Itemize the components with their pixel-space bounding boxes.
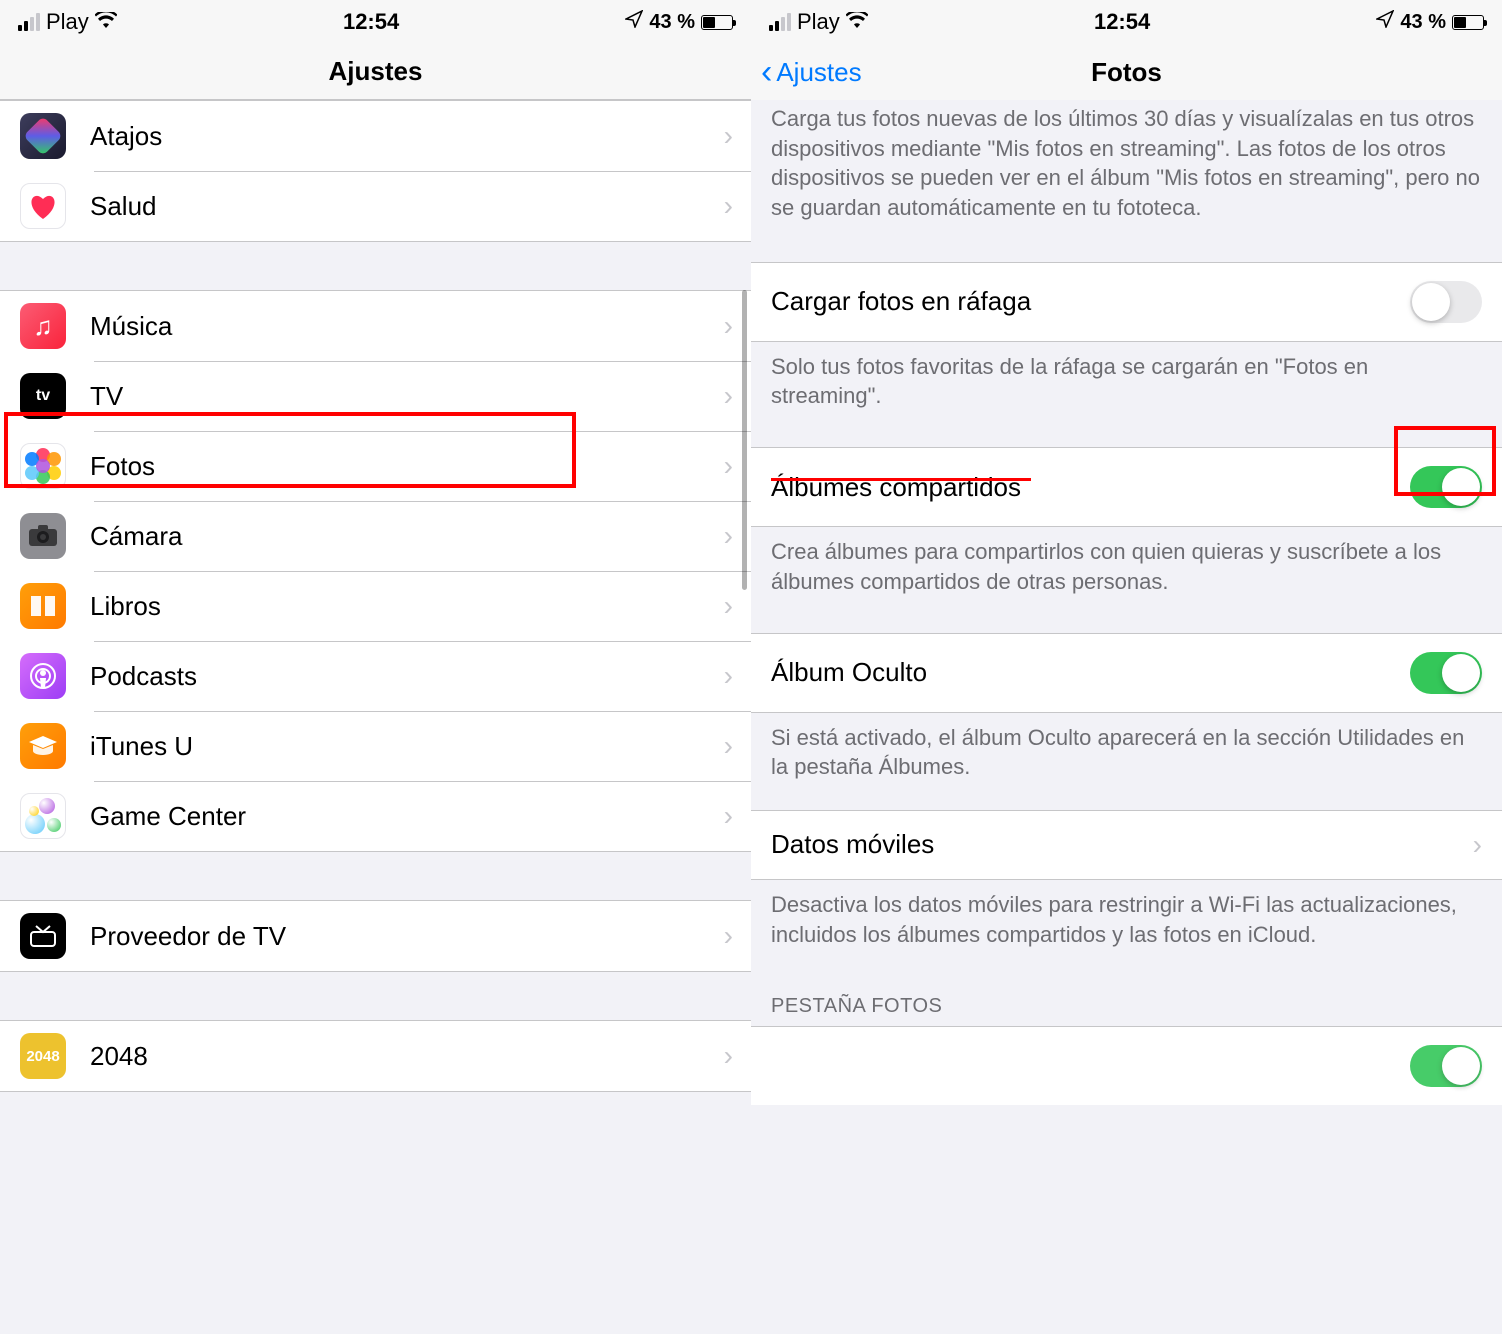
status-bar: Play 12:54 43 % [751, 0, 1502, 44]
battery-percent: 43 % [649, 11, 695, 34]
row-label: 2048 [90, 1041, 724, 1072]
settings-row-musica[interactable]: ♫ Música › [0, 291, 751, 361]
settings-row-gamecenter[interactable]: Game Center › [0, 781, 751, 851]
chevron-right-icon: › [724, 1040, 733, 1072]
section-header-fotos: PESTAÑA FOTOS [751, 967, 1502, 1026]
chevron-right-icon: › [1473, 829, 1482, 861]
podcasts-icon [20, 653, 66, 699]
app-2048-icon: 2048 [20, 1033, 66, 1079]
row-label: Atajos [90, 121, 724, 152]
fotos-icon [20, 443, 66, 489]
wifi-icon [95, 11, 117, 34]
row-label: Fotos [90, 451, 724, 482]
chevron-right-icon: › [724, 520, 733, 552]
settings-row-tv[interactable]: tv TV › [0, 361, 751, 431]
tvprovider-icon [20, 913, 66, 959]
row-label: Proveedor de TV [90, 921, 724, 952]
chevron-right-icon: › [724, 120, 733, 152]
partial-label [771, 1051, 778, 1082]
settings-row-2048[interactable]: 2048 2048 › [0, 1021, 751, 1091]
settings-row-salud[interactable]: Salud › [0, 171, 751, 241]
carrier-label: Play [797, 9, 840, 35]
cellular-data-row[interactable]: Datos móviles › [751, 810, 1502, 880]
shared-albums-toggle[interactable] [1410, 466, 1482, 508]
location-icon [1376, 10, 1394, 34]
chevron-right-icon: › [724, 190, 733, 222]
shared-albums-label: Álbumes compartidos [771, 472, 1021, 503]
signal-icon [18, 13, 40, 31]
row-label: Música [90, 311, 724, 342]
row-label: Podcasts [90, 661, 724, 692]
streaming-description: Carga tus fotos nuevas de los últimos 30… [751, 100, 1502, 242]
tv-icon: tv [20, 373, 66, 419]
musica-icon: ♫ [20, 303, 66, 349]
battery-icon [701, 15, 733, 30]
chevron-right-icon: › [724, 730, 733, 762]
scroll-indicator[interactable] [742, 290, 747, 590]
camara-icon [20, 513, 66, 559]
battery-icon [1452, 15, 1484, 30]
status-time: 12:54 [343, 9, 399, 35]
atajos-icon [20, 113, 66, 159]
row-label: iTunes U [90, 731, 724, 762]
signal-icon [769, 13, 791, 31]
hidden-album-toggle[interactable] [1410, 652, 1482, 694]
chevron-right-icon: › [724, 380, 733, 412]
cellular-data-label: Datos móviles [771, 829, 934, 860]
hidden-album-row: Álbum Oculto [751, 633, 1502, 713]
settings-row-fotos[interactable]: Fotos › [0, 431, 751, 501]
row-label: Libros [90, 591, 724, 622]
shared-description: Crea álbumes para compartirlos con quien… [751, 527, 1502, 614]
partial-toggle[interactable] [1410, 1045, 1482, 1087]
burst-upload-toggle[interactable] [1410, 281, 1482, 323]
fotos-settings-screen: Play 12:54 43 % ‹ Ajustes Fotos Carga tu… [751, 0, 1502, 1334]
hidden-album-label: Álbum Oculto [771, 657, 927, 688]
burst-upload-row: Cargar fotos en ráfaga [751, 262, 1502, 342]
partial-row [751, 1026, 1502, 1105]
fotos-content[interactable]: Carga tus fotos nuevas de los últimos 30… [751, 100, 1502, 1334]
nav-header: ‹ Ajustes Fotos [751, 44, 1502, 100]
page-title: Fotos [1091, 57, 1162, 88]
row-label: Cámara [90, 521, 724, 552]
nav-header: Ajustes [0, 44, 751, 100]
settings-row-podcasts[interactable]: Podcasts › [0, 641, 751, 711]
settings-content[interactable]: Atajos › Salud › ♫ Música › tv TV › [0, 100, 751, 1334]
battery-percent: 43 % [1400, 11, 1446, 34]
chevron-right-icon: › [724, 590, 733, 622]
back-label: Ajustes [776, 57, 861, 88]
chevron-right-icon: › [724, 660, 733, 692]
libros-icon [20, 583, 66, 629]
shared-albums-row: Álbumes compartidos [751, 447, 1502, 527]
itunesu-icon [20, 723, 66, 769]
back-button[interactable]: ‹ Ajustes [761, 44, 862, 100]
settings-row-camara[interactable]: Cámara › [0, 501, 751, 571]
gamecenter-icon [20, 793, 66, 839]
row-label: TV [90, 381, 724, 412]
status-time: 12:54 [1094, 9, 1150, 35]
status-bar: Play 12:54 43 % [0, 0, 751, 44]
carrier-label: Play [46, 9, 89, 35]
settings-screen: Play 12:54 43 % Ajustes Atajos › [0, 0, 751, 1334]
settings-row-atajos[interactable]: Atajos › [0, 101, 751, 171]
chevron-right-icon: › [724, 800, 733, 832]
burst-upload-label: Cargar fotos en ráfaga [771, 286, 1031, 317]
wifi-icon [846, 11, 868, 34]
cellular-description: Desactiva los datos móviles para restrin… [751, 880, 1502, 967]
row-label: Game Center [90, 801, 724, 832]
page-title: Ajustes [329, 56, 423, 87]
chevron-right-icon: › [724, 920, 733, 952]
salud-icon [20, 183, 66, 229]
chevron-right-icon: › [724, 450, 733, 482]
chevron-right-icon: › [724, 310, 733, 342]
settings-row-tvprovider[interactable]: Proveedor de TV › [0, 901, 751, 971]
settings-row-itunesu[interactable]: iTunes U › [0, 711, 751, 781]
row-label: Salud [90, 191, 724, 222]
chevron-left-icon: ‹ [761, 55, 772, 89]
settings-row-libros[interactable]: Libros › [0, 571, 751, 641]
burst-description: Solo tus fotos favoritas de la ráfaga se… [751, 342, 1502, 429]
location-icon [625, 10, 643, 34]
hidden-description: Si está activado, el álbum Oculto aparec… [751, 713, 1502, 800]
